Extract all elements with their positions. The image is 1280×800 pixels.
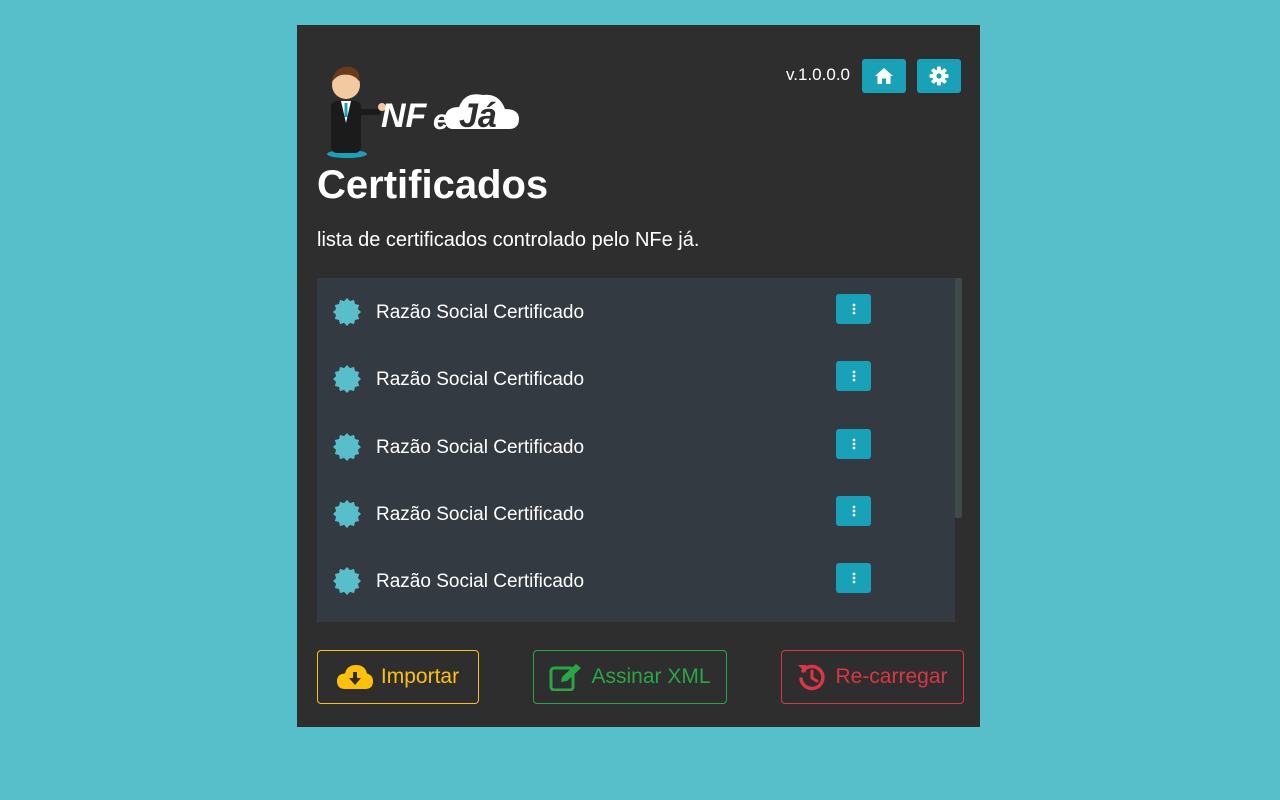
certificate-options-button[interactable] [836,428,871,459]
certificate-seal-icon [333,499,361,528]
home-button[interactable] [862,59,906,93]
history-icon [798,664,826,691]
home-icon [875,68,893,84]
certificate-seal-icon [333,365,361,394]
certificate-name: Razão Social Certificado [376,503,585,525]
page-subtitle: lista de certificados controlado pelo NF… [317,229,700,251]
certificate-name: Razão Social Certificado [376,369,585,391]
cloud-download-icon [336,665,373,689]
certificate-options-button[interactable] [836,495,871,526]
certificate-name: Razão Social Certificado [376,571,585,593]
svg-text:NF: NF [381,97,428,135]
certificate-options-button[interactable] [836,361,871,392]
edit-icon [549,664,582,691]
reload-button[interactable]: Re-carregar [781,650,964,704]
gear-icon [929,66,949,86]
list-scrollbar[interactable] [955,278,962,518]
certificate-name: Razão Social Certificado [376,302,585,323]
list-item: Razão Social Certificado [317,278,955,345]
list-item: Razão Social Certificado [317,480,955,547]
svg-text:Já: Já [459,97,497,135]
list-item: Razão Social Certificado [317,547,955,614]
certificate-seal-icon [333,567,361,596]
certificate-options-button[interactable] [836,563,871,594]
ellipsis-vertical-icon [852,438,855,449]
import-button[interactable]: Importar [317,650,479,704]
import-label: Importar [380,665,460,688]
ellipsis-vertical-icon [852,370,855,382]
list-item: Razão Social Certificado [317,413,955,480]
certificate-list: Razão Social Certificado Razão Social Ce… [317,278,955,622]
reload-label: Re-carregar [835,665,948,688]
certificate-name: Razão Social Certificado [376,436,585,458]
list-item: Razão Social Certificado [317,345,955,412]
certificate-seal-icon [333,432,361,461]
svg-text:e: e [433,104,449,135]
main-panel: NF e Já v.1.0.0.0 Certificados lista de … [297,25,980,727]
certificate-seal-icon [333,298,361,326]
ellipsis-vertical-icon [852,572,855,584]
ellipsis-vertical-icon [852,505,855,517]
certificate-options-button[interactable] [836,294,871,324]
version-label: v.1.0.0.0 [786,65,850,84]
ellipsis-vertical-icon [852,303,855,315]
nfeja-logo: NF e Já [327,66,519,158]
sign-xml-label: Assinar XML [591,665,711,688]
settings-button[interactable] [917,59,961,93]
sign-xml-button[interactable]: Assinar XML [533,650,727,704]
page-title: Certificados [317,163,549,207]
